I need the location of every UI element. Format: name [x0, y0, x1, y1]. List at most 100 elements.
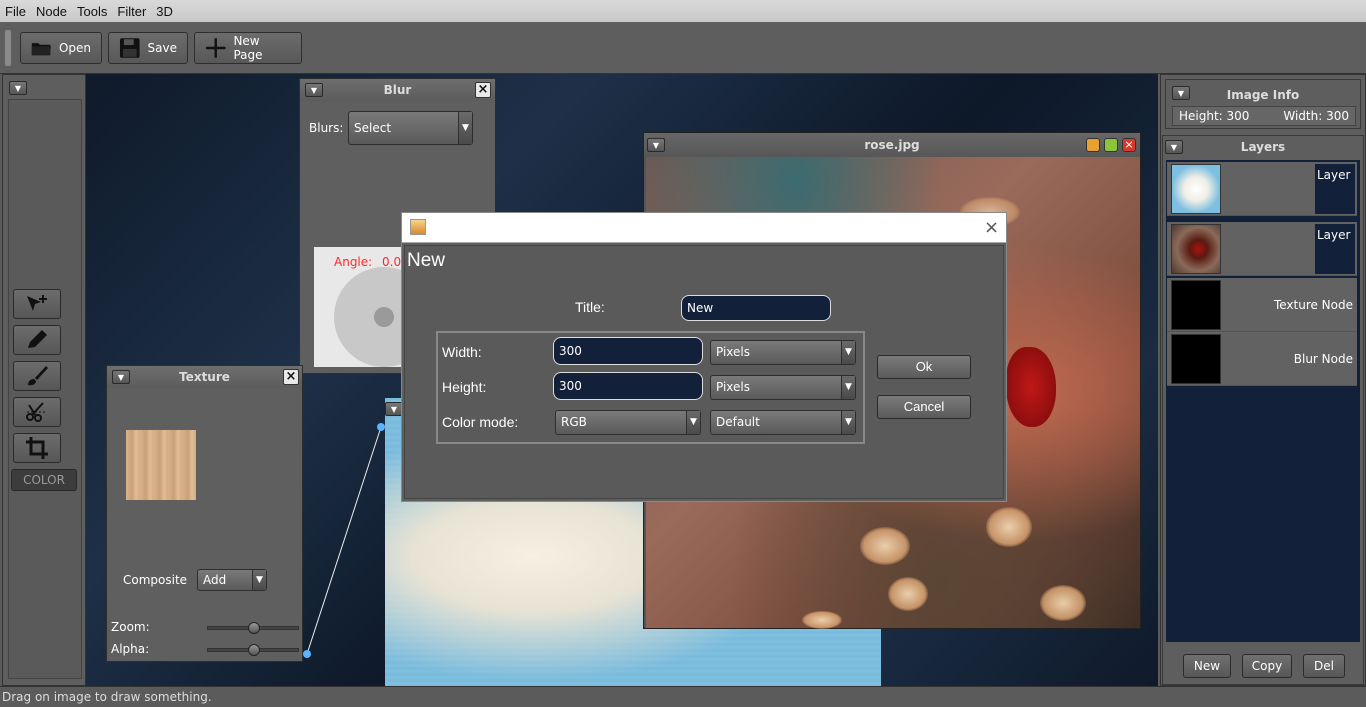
layer-label: Layer — [1317, 228, 1351, 242]
blur-panel-menu-button[interactable]: ▼ — [305, 83, 323, 97]
chevron-down-icon: ▼ — [841, 376, 855, 399]
connector-handle-top[interactable] — [377, 423, 385, 431]
layer-thumbnail — [1171, 334, 1221, 384]
layer-thumbnail — [1171, 224, 1221, 274]
layer-label: Texture Node — [1273, 298, 1353, 312]
angle-control[interactable]: Angle: 0.0 — [314, 247, 434, 367]
width-unit-select[interactable]: Pixels ▼ — [710, 340, 856, 365]
blur-panel-close-button[interactable]: × — [475, 82, 491, 98]
color-mode-value: RGB — [561, 415, 587, 429]
node-connector — [303, 423, 385, 658]
image-width-value: Width: 300 — [1283, 109, 1349, 123]
alpha-slider-thumb[interactable] — [248, 644, 260, 656]
rose-window-menu-button[interactable]: ▼ — [647, 138, 665, 152]
layers-title: Layers — [1240, 140, 1286, 154]
toolbar-grip[interactable] — [5, 30, 11, 66]
menu-tools[interactable]: Tools — [72, 4, 112, 19]
ok-button[interactable]: Ok — [877, 355, 971, 379]
layer-thumbnail — [1171, 280, 1221, 330]
height-label: Height: — [442, 379, 487, 395]
plus-icon — [205, 38, 226, 58]
brush-icon — [28, 366, 48, 386]
rose-window-title: rose.jpg — [644, 133, 1140, 157]
connector-handle-bottom[interactable] — [303, 650, 311, 658]
arrow-select-icon — [27, 295, 47, 311]
zoom-slider[interactable] — [207, 622, 299, 634]
cut-tool-button[interactable] — [13, 397, 61, 427]
composite-label: Composite — [123, 573, 188, 587]
layers-panel: ▼ Layers Layer Layer Texture Node Blur N… — [1162, 135, 1364, 685]
composite-select[interactable]: Add ▼ — [197, 569, 267, 591]
title-field[interactable]: New — [681, 295, 831, 321]
layer-row[interactable]: Layer — [1167, 162, 1357, 216]
height-unit-select[interactable]: Pixels ▼ — [710, 375, 856, 400]
blur-panel-title: Blur — [300, 79, 495, 101]
width-field[interactable]: 300 — [553, 337, 703, 365]
height-field[interactable]: 300 — [553, 372, 703, 400]
open-button[interactable]: Open — [20, 32, 102, 64]
rose-flower — [1006, 347, 1056, 427]
delete-layer-button[interactable]: Del — [1303, 654, 1345, 678]
height-unit-value: Pixels — [716, 380, 751, 394]
texture-panel-menu-button[interactable]: ▼ — [112, 370, 130, 384]
maximize-button[interactable] — [1104, 138, 1118, 152]
layer-label-box: Layer — [1315, 224, 1355, 274]
image-height-value: Height: 300 — [1179, 109, 1250, 123]
chevron-down-icon: ▼ — [252, 570, 266, 590]
layer-row[interactable]: Texture Node — [1167, 278, 1357, 332]
layer-thumbnail — [1171, 164, 1221, 214]
blurs-label: Blurs: — [309, 121, 344, 135]
cancel-button[interactable]: Cancel — [877, 395, 971, 419]
texture-preview[interactable] — [126, 430, 196, 500]
tools-panel-menu-button[interactable]: ▼ — [9, 81, 27, 95]
crop-tool-button[interactable] — [13, 433, 61, 463]
crop-icon — [26, 437, 48, 459]
open-label: Open — [58, 41, 91, 55]
select-tool-button[interactable] — [13, 289, 61, 319]
color-option-value: Default — [716, 415, 760, 429]
zoom-slider-thumb[interactable] — [248, 622, 260, 634]
minimize-button[interactable] — [1086, 138, 1100, 152]
texture-panel-close-button[interactable]: × — [283, 369, 299, 385]
scissors-icon — [26, 402, 47, 422]
dialog-close-icon[interactable]: × — [984, 217, 999, 238]
toolbar: Open Save New Page — [0, 22, 1366, 74]
new-page-button[interactable]: New Page — [194, 32, 302, 64]
chevron-down-icon: ▼ — [686, 411, 700, 434]
image-info-values: Height: 300 Width: 300 — [1172, 106, 1356, 126]
java-icon — [410, 219, 426, 235]
new-layer-button[interactable]: New — [1183, 654, 1231, 678]
color-mode-select[interactable]: RGB ▼ — [555, 410, 701, 435]
layer-label-box: Layer — [1315, 164, 1355, 214]
floppy-icon — [119, 38, 140, 58]
close-button[interactable]: × — [1122, 138, 1136, 152]
copy-layer-button[interactable]: Copy — [1242, 654, 1292, 678]
color-option-select[interactable]: Default ▼ — [710, 410, 856, 435]
menu-3d[interactable]: 3D — [151, 4, 178, 19]
save-button[interactable]: Save — [108, 32, 188, 64]
tools-panel: ▼ COLOR — [2, 74, 86, 686]
brush-tool-button[interactable] — [13, 361, 61, 391]
menu-node[interactable]: Node — [31, 4, 72, 19]
right-panel: ▼ Image Info Height: 300 Width: 300 ▼ La… — [1160, 74, 1366, 686]
color-mode-label: Color mode: — [442, 414, 519, 430]
layer-row[interactable]: Blur Node — [1167, 332, 1357, 386]
blurs-select[interactable]: Select ▼ — [348, 111, 473, 145]
angle-dial-knob[interactable] — [374, 307, 394, 327]
menu-file[interactable]: File — [0, 4, 31, 19]
width-label: Width: — [442, 344, 482, 360]
zoom-label: Zoom: — [111, 620, 150, 634]
menu-filter[interactable]: Filter — [112, 4, 151, 19]
save-label: Save — [147, 41, 177, 55]
image-info-title: Image Info — [1226, 88, 1300, 102]
texture-panel: Texture ▼ × Composite Add ▼ Zoom: Alpha: — [106, 365, 303, 662]
alpha-label: Alpha: — [111, 642, 150, 656]
composite-select-value: Add — [203, 573, 227, 587]
menu-bar: File Node Tools Filter 3D — [0, 0, 1366, 22]
layer-row[interactable]: Layer — [1167, 222, 1357, 276]
texture-panel-title: Texture — [107, 366, 302, 388]
color-button[interactable]: COLOR — [11, 469, 77, 491]
dialog-heading: New — [407, 250, 446, 271]
pencil-tool-button[interactable] — [13, 325, 61, 355]
alpha-slider[interactable] — [207, 644, 299, 656]
